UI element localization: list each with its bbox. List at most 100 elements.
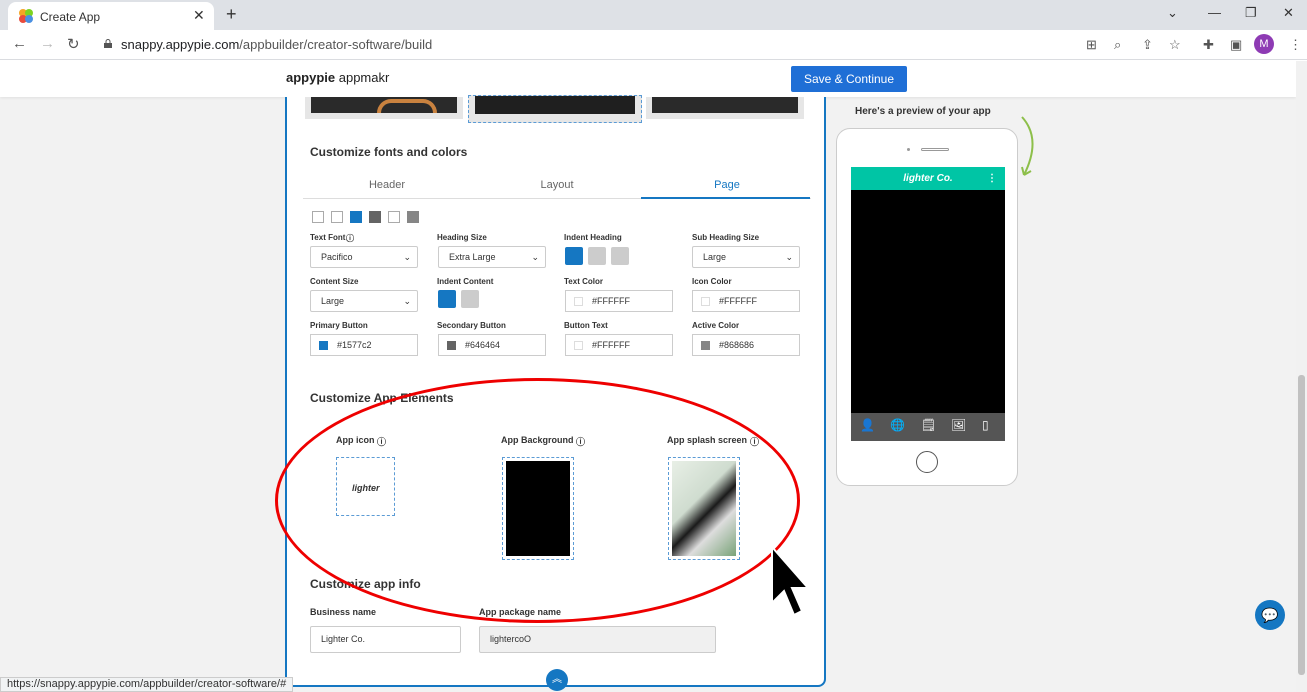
secondary-color-value: #646464 [465, 340, 501, 350]
phone-preview: lighter Co. ⋮ 👤 🌐 🗒 🖼 ▯ [836, 128, 1018, 486]
user-icon: 👤 [860, 418, 875, 432]
content-size-select[interactable]: Large ⌄ [310, 290, 418, 312]
extensions-icon[interactable]: ✚ [1203, 37, 1214, 53]
align-left-icon[interactable] [565, 247, 583, 265]
app-name: lighter Co. [903, 173, 953, 184]
tab-underline [641, 197, 810, 199]
browser-tab-bar: Create App ✕ + ⌄ — ❐ ✕ [0, 0, 1307, 30]
chevron-down-icon: ⌄ [531, 252, 539, 262]
active-color-input[interactable]: #868686 [692, 334, 800, 356]
text-color-input[interactable]: #FFFFFF [565, 290, 673, 312]
heading-size-select[interactable]: Extra Large ⌄ [438, 246, 546, 268]
color-swatch[interactable] [312, 211, 324, 223]
close-window-icon[interactable]: ✕ [1283, 5, 1294, 21]
theme-thumb[interactable] [646, 97, 804, 119]
mouse-cursor-icon [771, 545, 811, 617]
tab-title: Create App [40, 10, 101, 24]
tab-header[interactable]: Header [303, 179, 471, 191]
indent-center-icon[interactable] [461, 290, 479, 308]
icon-color-input[interactable]: #FFFFFF [692, 290, 800, 312]
url-domain: snappy.appypie.com [121, 37, 240, 52]
primary-color-input[interactable]: #1577c2 [310, 334, 418, 356]
indent-heading-label: Indent Heading [564, 233, 622, 242]
curved-arrow-icon [1021, 116, 1034, 176]
minimize-icon[interactable]: — [1208, 5, 1221, 20]
align-center-icon[interactable] [588, 247, 606, 265]
red-annotation-ellipse [275, 378, 800, 623]
app-bar: lighter Co. ⋮ [851, 167, 1005, 190]
indent-left-icon[interactable] [438, 290, 456, 308]
restore-icon[interactable]: ❐ [1245, 5, 1257, 21]
forward-icon[interactable]: → [40, 35, 55, 52]
active-color-value: #868686 [719, 340, 755, 350]
chevron-down-icon[interactable]: ⌄ [1167, 5, 1178, 21]
color-swatch[interactable] [331, 211, 343, 223]
document-icon: 🗒 [921, 418, 937, 432]
color-preview [574, 341, 583, 350]
color-preview [319, 341, 328, 350]
tab-layout[interactable]: Layout [473, 179, 641, 191]
preview-title: Here's a preview of your app [855, 106, 991, 117]
lock-icon [104, 39, 112, 48]
appypie-favicon-icon [19, 9, 33, 23]
share-icon[interactable]: ⇪ [1142, 37, 1153, 53]
color-swatch[interactable] [407, 211, 419, 223]
color-preview [701, 297, 710, 306]
avatar[interactable]: M [1254, 34, 1274, 54]
star-icon[interactable]: ☆ [1169, 37, 1181, 53]
color-preview [574, 297, 583, 306]
back-icon[interactable]: ← [12, 35, 27, 52]
color-swatch[interactable] [369, 211, 381, 223]
button-text-input[interactable]: #FFFFFF [565, 334, 673, 356]
phone-screen: lighter Co. ⋮ 👤 🌐 🗒 🖼 ▯ [851, 167, 1005, 441]
align-right-icon[interactable] [611, 247, 629, 265]
text-font-value: Pacifico [321, 252, 353, 262]
sidepanel-icon[interactable]: ▣ [1230, 37, 1242, 53]
zoom-icon[interactable]: ⌕ [1114, 37, 1121, 53]
color-swatch[interactable] [388, 211, 400, 223]
business-name-input[interactable]: Lighter Co. [310, 626, 461, 653]
color-swatch[interactable] [350, 211, 362, 223]
new-tab-icon[interactable]: + [226, 4, 237, 25]
secondary-button-label: Secondary Button [437, 321, 506, 330]
theme-thumb-selected[interactable] [468, 95, 642, 123]
secondary-color-input[interactable]: #646464 [438, 334, 546, 356]
sub-heading-label: Sub Heading Size [692, 233, 760, 242]
browser-tab[interactable]: Create App ✕ [8, 2, 214, 30]
phone-home-button [916, 451, 938, 473]
address-bar[interactable]: snappy.appypie.com/appbuilder/creator-so… [121, 37, 432, 52]
chevron-down-icon: ⌄ [403, 252, 411, 262]
button-text-label: Button Text [564, 321, 608, 330]
text-color-label: Text Color [564, 277, 603, 286]
theme-thumb[interactable] [305, 97, 463, 119]
sub-heading-select[interactable]: Large ⌄ [692, 246, 800, 268]
logo-bold: appypie [286, 70, 336, 85]
indent-content-label: Indent Content [437, 277, 494, 286]
reload-icon[interactable]: ↻ [67, 35, 80, 53]
image-icon: 🖼 [951, 418, 967, 432]
active-color-label: Active Color [692, 321, 740, 330]
fonts-tabs: Header Layout Page [303, 173, 811, 199]
scrollbar-thumb[interactable] [1298, 375, 1305, 675]
info-icon[interactable]: ⓘ [346, 233, 354, 244]
fonts-section-title: Customize fonts and colors [310, 145, 468, 159]
bottom-nav: 👤 🌐 🗒 🖼 ▯ [851, 413, 1005, 441]
primary-color-value: #1577c2 [337, 340, 372, 350]
button-text-value: #FFFFFF [592, 340, 630, 350]
primary-button-label: Primary Button [310, 321, 368, 330]
close-icon[interactable]: ✕ [193, 7, 205, 24]
color-preview [701, 341, 710, 350]
text-font-select[interactable]: Pacifico ⌄ [310, 246, 418, 268]
translate-icon[interactable]: ⊞ [1086, 37, 1097, 53]
tab-page[interactable]: Page [643, 179, 811, 191]
save-continue-button[interactable]: Save & Continue [791, 66, 907, 92]
phone-speaker [921, 148, 949, 151]
text-font-label: Text Font [310, 233, 346, 242]
chevron-up-icon[interactable]: ︽ [546, 669, 568, 691]
logo[interactable]: appypie appmakr [286, 70, 389, 85]
sub-heading-value: Large [703, 252, 727, 262]
menu-icon[interactable]: ⋮ [1289, 37, 1302, 53]
scrollbar[interactable] [1296, 61, 1307, 692]
logo-light: appmakr [335, 70, 390, 85]
chat-icon[interactable]: 💬 [1255, 600, 1285, 630]
